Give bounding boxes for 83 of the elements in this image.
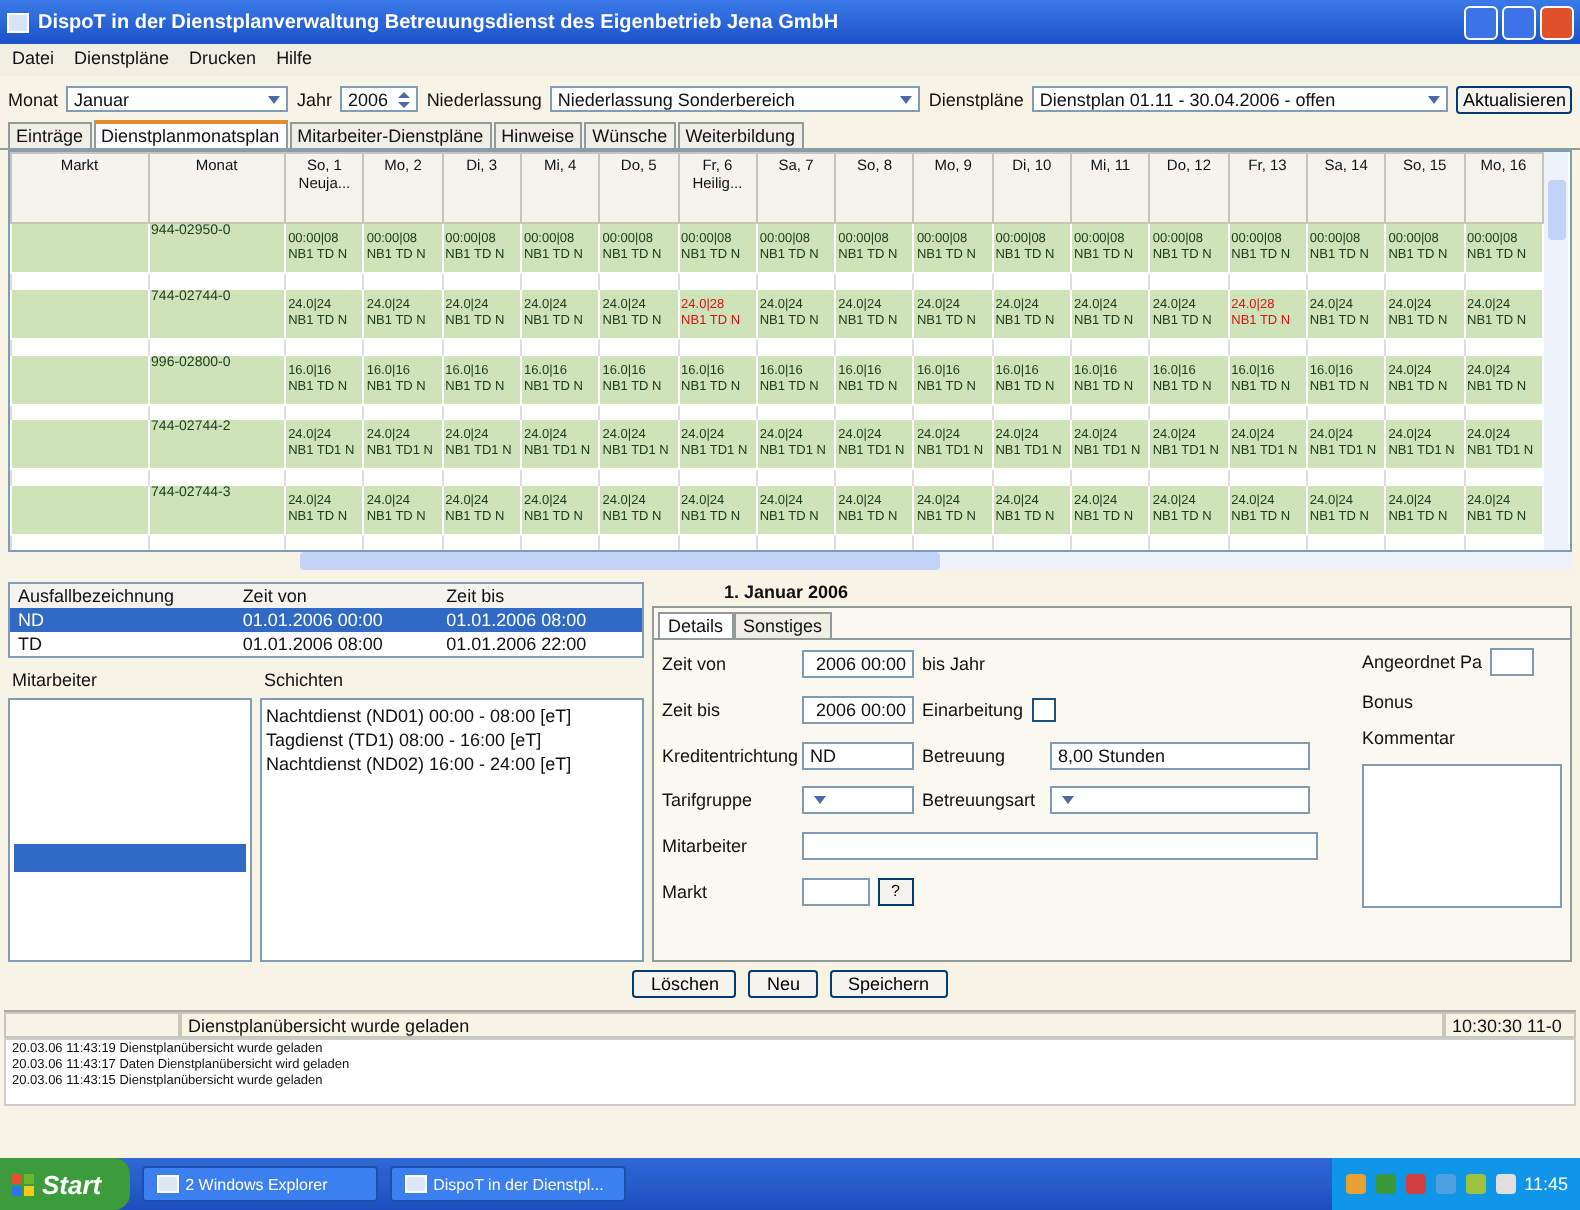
window-title: DispoT in der Dienstplanverwaltung Betreuungsdienst des Eigenbetrieb Jena GmbH <box>38 11 841 33</box>
list-item[interactable]: Nachtdienst (ND02) 16:00 - 24:00 [eT] <box>266 752 638 776</box>
dropdown[interactable] <box>1050 786 1310 815</box>
year-field[interactable]: 2006 <box>340 86 419 112</box>
field-label: Jahr <box>296 89 332 109</box>
column-header[interactable]: Zeit von <box>234 583 439 608</box>
horizontal-scrollbar[interactable] <box>300 552 1572 570</box>
tab[interactable]: Hinweise <box>493 122 583 148</box>
table-row[interactable]: ND 01.01.2006 00:00 01.01.2006 08:00 <box>9 608 643 632</box>
action-button[interactable]: Speichern <box>830 970 948 998</box>
tab[interactable]: Weiterbildung <box>677 122 804 148</box>
vertical-scrollbar[interactable] <box>1544 152 1568 550</box>
menu-item[interactable]: Dienstpläne <box>74 48 170 72</box>
tab[interactable]: Einträge <box>8 122 92 148</box>
refresh-button[interactable]: Aktualisieren <box>1456 85 1573 113</box>
list-heading: Schichten <box>262 668 346 694</box>
menu-item[interactable]: Hilfe <box>276 48 313 72</box>
branch-dropdown[interactable]: Niederlassung Sonderbereich <box>549 86 921 112</box>
field-label: Zeit bis <box>662 699 723 720</box>
month-dropdown[interactable]: Januar <box>66 86 289 112</box>
clock: 11:45 <box>1524 1174 1568 1194</box>
field-label: Betreuung <box>922 745 1008 766</box>
table-row[interactable]: TD 01.01.2006 08:00 01.01.2006 22:00 <box>9 632 643 657</box>
taskbar-button[interactable]: 2 Windows Explorer <box>141 1166 378 1202</box>
action-button[interactable]: Löschen <box>632 970 737 998</box>
tab[interactable]: Mitarbeiter-Dienstpläne <box>289 122 492 148</box>
input-field[interactable]: 8,00 Stunden <box>1050 741 1310 770</box>
status-message: Dienstplanübersicht wurde geladen <box>180 1012 1444 1038</box>
date-heading: 1. Januar 2006 <box>722 582 851 606</box>
tab[interactable]: Dienstplanmonatsplan <box>93 120 288 148</box>
field-label: Kommentar <box>1362 728 1458 748</box>
window-icon <box>403 1172 428 1196</box>
field-label: bis Jahr <box>922 654 986 675</box>
input-field[interactable] <box>802 877 870 906</box>
field-label: Monat <box>8 89 59 109</box>
tray-icon <box>1344 1172 1369 1196</box>
field-label: Tarifgruppe <box>662 790 755 811</box>
tab[interactable]: Details <box>658 612 734 638</box>
input-field[interactable]: ND <box>802 741 914 770</box>
maximize-button[interactable] <box>1502 5 1536 39</box>
field-label: Markt <box>662 881 709 902</box>
tab[interactable]: Sonstiges <box>733 612 833 638</box>
menu-item[interactable]: Drucken <box>189 48 257 72</box>
tray-icon <box>1464 1172 1489 1196</box>
list-item[interactable]: Nachtdienst (ND01) 00:00 - 08:00 [eT] <box>266 704 638 728</box>
window-icon <box>155 1172 180 1196</box>
spinner-icon <box>394 89 415 109</box>
minimize-button[interactable] <box>1464 5 1498 39</box>
tray-icon <box>1404 1172 1429 1196</box>
input-field[interactable]: 2006 00:00 <box>802 695 914 724</box>
menu-item[interactable]: Datei <box>12 48 55 72</box>
checkbox[interactable] <box>1031 697 1056 722</box>
field-label: Bonus <box>1362 692 1416 712</box>
input-field[interactable] <box>1490 648 1535 676</box>
column-header[interactable]: Ausfallbezeichnung <box>9 583 235 608</box>
tab[interactable]: Wünsche <box>584 122 676 148</box>
input-field[interactable]: 2006 00:00 <box>802 650 914 679</box>
lookup-button[interactable]: ? <box>877 877 914 906</box>
window-icon <box>6 10 30 34</box>
close-button[interactable] <box>1540 5 1574 39</box>
field-label: Dienstpläne <box>928 89 1024 109</box>
status-time: 10:30:30 11-0 <box>1444 1012 1576 1038</box>
employee-list[interactable] <box>8 698 252 962</box>
schedule-dropdown[interactable]: Dienstplan 01.11 - 30.04.2006 - offen <box>1031 86 1449 112</box>
field-label: Kreditentrichtung <box>662 745 794 766</box>
field-label: Zeit von <box>662 654 729 675</box>
list-heading: Mitarbeiter <box>10 668 100 694</box>
action-button[interactable]: Neu <box>748 970 818 998</box>
comment-field[interactable] <box>1362 764 1562 908</box>
taskbar-button[interactable]: DispoT in der Dienstpl... <box>389 1166 626 1202</box>
dropdown[interactable] <box>802 786 914 815</box>
column-header[interactable]: Zeit bis <box>438 583 643 608</box>
input-field[interactable] <box>802 831 1318 860</box>
field-label: Mitarbeiter <box>662 835 750 856</box>
tray-icon <box>1374 1172 1399 1196</box>
windows-flag-icon <box>12 1173 34 1195</box>
field-label: Angeordnet Pa <box>1362 652 1483 672</box>
tray-icon <box>1494 1172 1519 1196</box>
field-label: Niederlassung <box>426 89 542 109</box>
field-label: Betreuungsart <box>922 790 1038 811</box>
field-label: Einarbeitung <box>922 699 1024 720</box>
list-item[interactable]: Tagdienst (TD1) 08:00 - 16:00 [eT] <box>266 728 638 752</box>
tray-icon <box>1434 1172 1459 1196</box>
